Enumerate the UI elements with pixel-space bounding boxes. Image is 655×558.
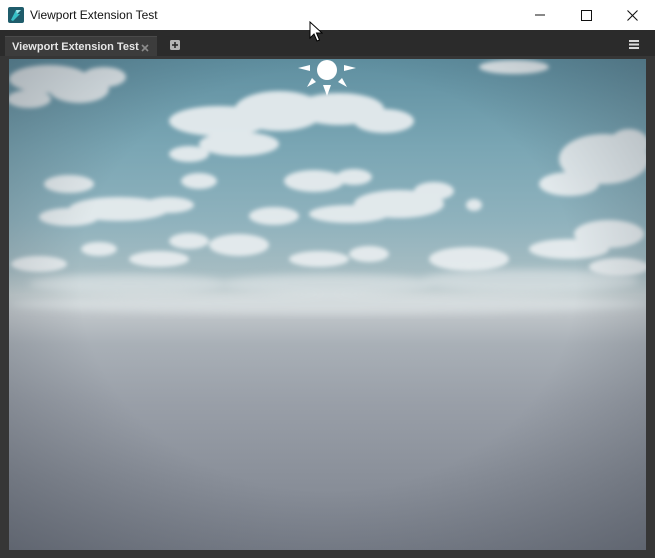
app-logo-icon [8,7,24,23]
tab-bar: Viewport Extension Test [0,30,655,56]
close-button[interactable] [609,0,655,30]
tab-viewport-extension-test[interactable]: Viewport Extension Test [5,36,157,56]
viewport[interactable] [9,59,646,550]
close-tab-icon[interactable] [139,41,151,53]
hamburger-menu-icon[interactable] [627,37,641,51]
window-title: Viewport Extension Test [30,8,158,22]
maximize-button[interactable] [563,0,609,30]
maximize-icon [580,9,592,21]
tab-label: Viewport Extension Test [12,41,139,53]
app-window: Viewport Extension Test Viewport Extensi… [0,0,655,558]
minimize-icon [535,14,545,16]
add-tab-icon[interactable] [169,38,181,50]
title-bar[interactable]: Viewport Extension Test [0,0,655,30]
sun-light-gizmo-icon[interactable] [298,59,356,99]
mouse-pointer-icon [309,21,323,42]
viewport-frame [0,56,655,558]
close-icon [626,9,638,21]
minimize-button[interactable] [517,0,563,30]
